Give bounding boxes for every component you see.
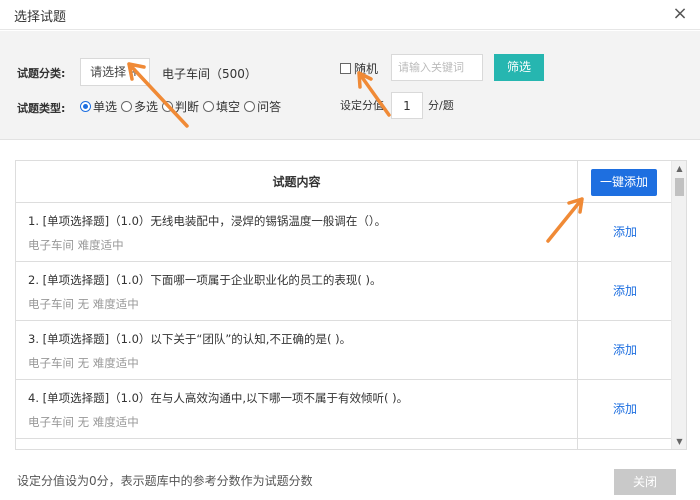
table-scrollbar[interactable]: ▲ ▼	[671, 161, 686, 449]
radio-qa-label: 问答	[257, 99, 282, 114]
row-content: 3. [单项选择题]（1.0）以下关于“团队”的认知,不正确的是( )。 电子车…	[16, 321, 578, 380]
question-text: 2. [单项选择题]（1.0）下面哪一项属于企业职业化的员工的表现( )。	[28, 273, 382, 287]
row-content	[16, 439, 578, 449]
row-action: 添加	[578, 380, 672, 439]
radio-qa-circle[interactable]	[244, 100, 256, 112]
radio-fill-circle[interactable]	[203, 100, 215, 112]
table-row: 3. [单项选择题]（1.0）以下关于“团队”的认知,不正确的是( )。 电子车…	[16, 321, 672, 380]
random-checkbox[interactable]: 随机	[340, 60, 378, 77]
add-link[interactable]: 添加	[578, 262, 672, 321]
row-content: 2. [单项选择题]（1.0）下面哪一项属于企业职业化的员工的表现( )。 电子…	[16, 262, 578, 321]
dialog-titlebar: 选择试题 ×	[0, 0, 700, 30]
table-body: 1. [单项选择题]（1.0）无线电装配中，浸焊的锡锅温度一般调在（）。 电子车…	[16, 203, 672, 449]
table-row: 1. [单项选择题]（1.0）无线电装配中，浸焊的锡锅温度一般调在（）。 电子车…	[16, 203, 672, 262]
add-link[interactable]: 添加	[578, 203, 672, 262]
question-table: 试题内容 一键添加 1. [单项选择题]（1.0）无线电装配中，浸焊的锡锅温度一…	[15, 160, 687, 450]
category-select-button[interactable]: 请选择 +	[80, 58, 150, 86]
radio-multi-label: 多选	[134, 99, 159, 114]
close-icon[interactable]: ×	[670, 4, 690, 24]
row-action: 添加	[578, 203, 672, 262]
random-checkbox-box[interactable]	[340, 63, 351, 74]
radio-judge-label: 判断	[175, 99, 200, 114]
radio-single-circle[interactable]	[80, 100, 91, 112]
scroll-thumb[interactable]	[675, 178, 684, 196]
question-text: 4. [单项选择题]（1.0）在与人高效沟通中,以下哪一项不属于有效倾听( )。	[28, 391, 409, 405]
question-text: 1. [单项选择题]（1.0）无线电装配中，浸焊的锡锅温度一般调在（）。	[28, 214, 387, 228]
add-all-button[interactable]: 一键添加	[591, 169, 657, 196]
row-content: 1. [单项选择题]（1.0）无线电装配中，浸焊的锡锅温度一般调在（）。 电子车…	[16, 203, 578, 262]
score-label: 设定分值	[340, 99, 384, 112]
random-checkbox-label: 随机	[354, 62, 379, 76]
add-link[interactable]: 添加	[578, 380, 672, 439]
table-row: 2. [单项选择题]（1.0）下面哪一项属于企业职业化的员工的表现( )。 电子…	[16, 262, 672, 321]
radio-single-label: 单选	[93, 99, 118, 114]
question-meta: 电子车间 难度适中	[28, 238, 124, 252]
keyword-input[interactable]	[391, 54, 483, 81]
score-unit: 分/题	[428, 99, 454, 112]
close-button[interactable]: 关闭	[614, 469, 676, 495]
add-link[interactable]: 添加	[578, 321, 672, 380]
header-action: 一键添加	[578, 161, 672, 203]
row-action: 添加	[578, 262, 672, 321]
scroll-up-icon[interactable]: ▲	[672, 161, 686, 176]
question-meta: 电子车间 无 难度适中	[28, 297, 139, 311]
type-label: 试题类型:	[17, 102, 66, 115]
table-row: 4. [单项选择题]（1.0）在与人高效沟通中,以下哪一项不属于有效倾听( )。…	[16, 380, 672, 439]
radio-multi-circle[interactable]	[121, 100, 133, 112]
radio-judge[interactable]: 判断	[162, 98, 199, 115]
radio-single[interactable]: 单选	[80, 98, 117, 115]
question-text: 3. [单项选择题]（1.0）以下关于“团队”的认知,不正确的是( )。	[28, 332, 352, 346]
radio-fill-label: 填空	[216, 99, 241, 114]
radio-qa[interactable]: 问答	[244, 98, 281, 115]
score-input[interactable]	[391, 92, 423, 119]
radio-fill[interactable]: 填空	[203, 98, 240, 115]
category-label: 试题分类:	[17, 67, 66, 80]
type-radio-group: 单选 多选 判断 填空 问答	[80, 97, 285, 115]
question-meta: 电子车间 无 难度适中	[28, 415, 139, 429]
header-content: 试题内容	[16, 161, 578, 203]
radio-judge-circle[interactable]	[162, 100, 174, 112]
question-meta: 电子车间 无 难度适中	[28, 356, 139, 370]
table-row-partial	[16, 439, 672, 449]
scroll-down-icon[interactable]: ▼	[672, 434, 686, 449]
footer-note: 设定分值设为0分，表示题库中的参考分数作为试题分数	[17, 474, 313, 488]
row-action	[578, 439, 672, 449]
dialog-title: 选择试题	[14, 10, 67, 25]
radio-multi[interactable]: 多选	[121, 98, 158, 115]
filter-button[interactable]: 筛选	[494, 54, 544, 81]
category-selected-text: 电子车间（500）	[162, 67, 257, 81]
filter-panel: 试题分类: 请选择 + 电子车间（500） 试题类型: 单选 多选 判断 填空 …	[0, 31, 700, 140]
row-content: 4. [单项选择题]（1.0）在与人高效沟通中,以下哪一项不属于有效倾听( )。…	[16, 380, 578, 439]
table-header: 试题内容 一键添加	[16, 161, 672, 203]
row-action: 添加	[578, 321, 672, 380]
